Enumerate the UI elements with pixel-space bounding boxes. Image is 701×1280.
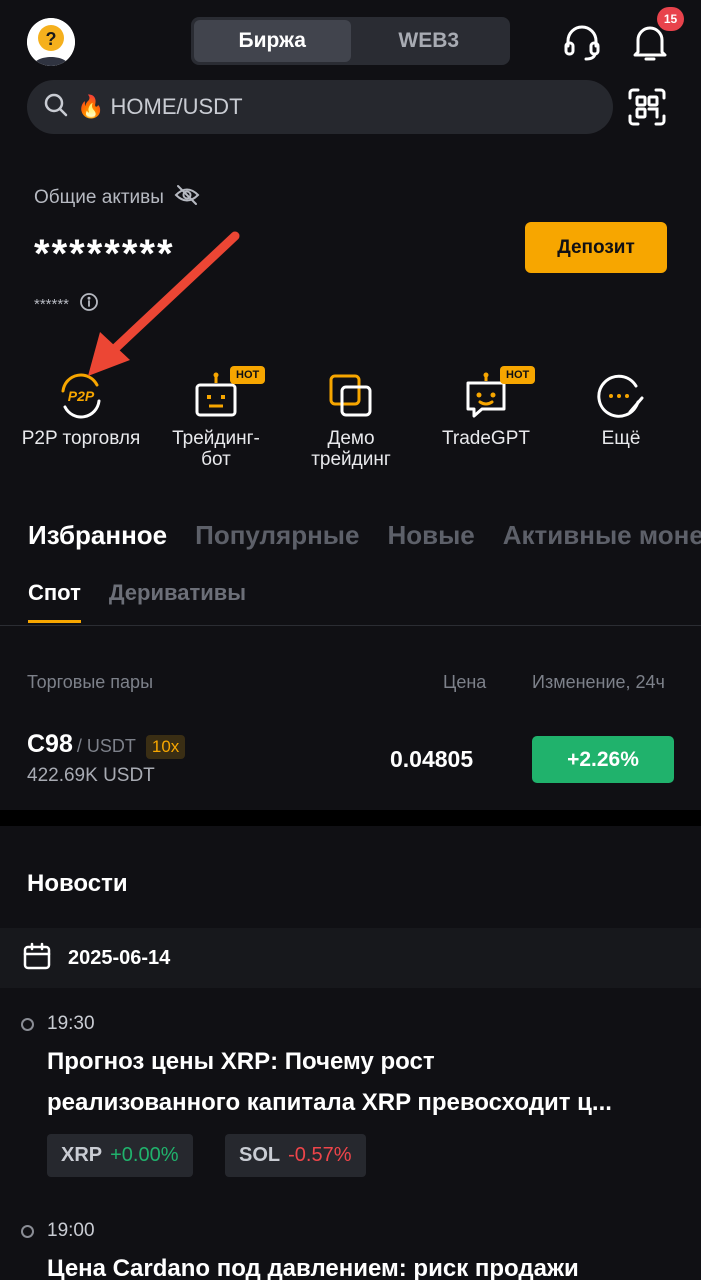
exchange-mode-switch: Биржа WEB3 [191,17,510,65]
more-icon [593,370,649,422]
annotation-arrow-icon [88,231,240,376]
news-tag-sol[interactable]: SOL -0.57% [225,1134,366,1177]
shortcut-demo-label: Демо трейдинг [311,428,391,470]
tab-active-coins[interactable]: Активные моне [503,520,701,551]
news-headline-line: Цена Cardano под давлением: риск продажи [47,1255,579,1280]
shortcut-more[interactable]: Ещё [551,370,691,449]
column-header-price: Цена [443,672,487,692]
svg-text:?: ? [46,29,57,49]
tab-spot[interactable]: Спот [28,580,81,623]
shortcut-tradegpt[interactable]: HOT TradeGPT [416,366,556,449]
market-sub-tabs: Спот Деривативы [28,580,246,623]
news-headline[interactable]: Прогноз цены XRP: Почему рост реализован… [47,1041,677,1123]
tab-web3[interactable]: WEB3 [351,20,508,62]
tab-derivatives[interactable]: Деривативы [109,580,246,623]
avatar[interactable]: ? [27,18,75,66]
shortcut-more-label: Ещё [601,428,641,449]
news-title: Новости [27,870,128,897]
notification-badge: 15 [657,7,684,31]
search-value: 🔥 HOME/USDT [77,94,243,119]
shortcut-p2p-label: P2P торговля [21,428,141,449]
leverage-badge: 10x [145,735,186,759]
tab-popular[interactable]: Популярные [195,520,359,551]
pair-change-badge[interactable]: +2.26% [532,736,674,783]
tag-change: +0.00% [110,1144,179,1166]
shortcut-demo-trading[interactable]: Демо трейдинг [281,370,421,470]
news-date-bar: 2025-06-14 [0,928,701,988]
qr-scan-icon[interactable] [625,85,669,129]
calendar-icon [22,941,52,976]
news-headline-line: Прогноз цены XRP: Почему рост [47,1048,435,1075]
search-icon [43,92,69,123]
demo-icon [323,370,379,422]
tab-new[interactable]: Новые [387,520,474,551]
news-headline[interactable]: Цена Cardano под давлением: риск продажи [47,1248,677,1280]
news-date: 2025-06-14 [68,946,171,969]
search-input[interactable]: 🔥 HOME/USDT [27,80,613,134]
pair-base: C98 [27,730,73,758]
deposit-button[interactable]: Депозит [525,222,667,273]
svg-text:P2P: P2P [68,388,95,404]
total-assets-label: Общие активы [34,184,200,212]
news-time: 19:30 [47,1013,95,1034]
tab-exchange[interactable]: Биржа [194,20,351,62]
section-separator [0,810,701,826]
pair-volume: 422.69K USDT [27,765,155,786]
hot-badge: HOT [500,366,536,384]
news-time: 19:00 [47,1220,95,1241]
pair-price: 0.04805 [390,746,474,772]
pair-name: C98 / USDT 10x [27,730,186,759]
tab-favorites[interactable]: Избранное [28,520,167,551]
news-headline-line: реализованного капитала XRP превосходит … [47,1089,612,1116]
tag-symbol: SOL [239,1144,281,1166]
chat-bot-icon: HOT [458,366,536,422]
market-tabs: Избранное Популярные Новые Активные моне [28,520,701,551]
column-header-change: Изменение, 24ч [532,672,665,692]
tag-change: -0.57% [288,1144,352,1166]
eye-off-icon[interactable] [174,184,200,212]
timeline-dot [21,1018,34,1031]
headset-icon[interactable] [560,20,604,64]
timeline-dot [21,1225,34,1238]
pair-quote: / USDT [76,736,136,756]
tag-symbol: XRP [61,1144,103,1166]
divider [0,625,701,626]
news-tag-xrp[interactable]: XRP +0.00% [47,1134,193,1177]
column-header-pair: Торговые пары [27,672,154,692]
total-assets-title: Общие активы [34,187,164,208]
shortcut-trading-bot-label: Трейдинг- бот [172,428,260,470]
shortcut-tradegpt-label: TradeGPT [442,428,530,449]
